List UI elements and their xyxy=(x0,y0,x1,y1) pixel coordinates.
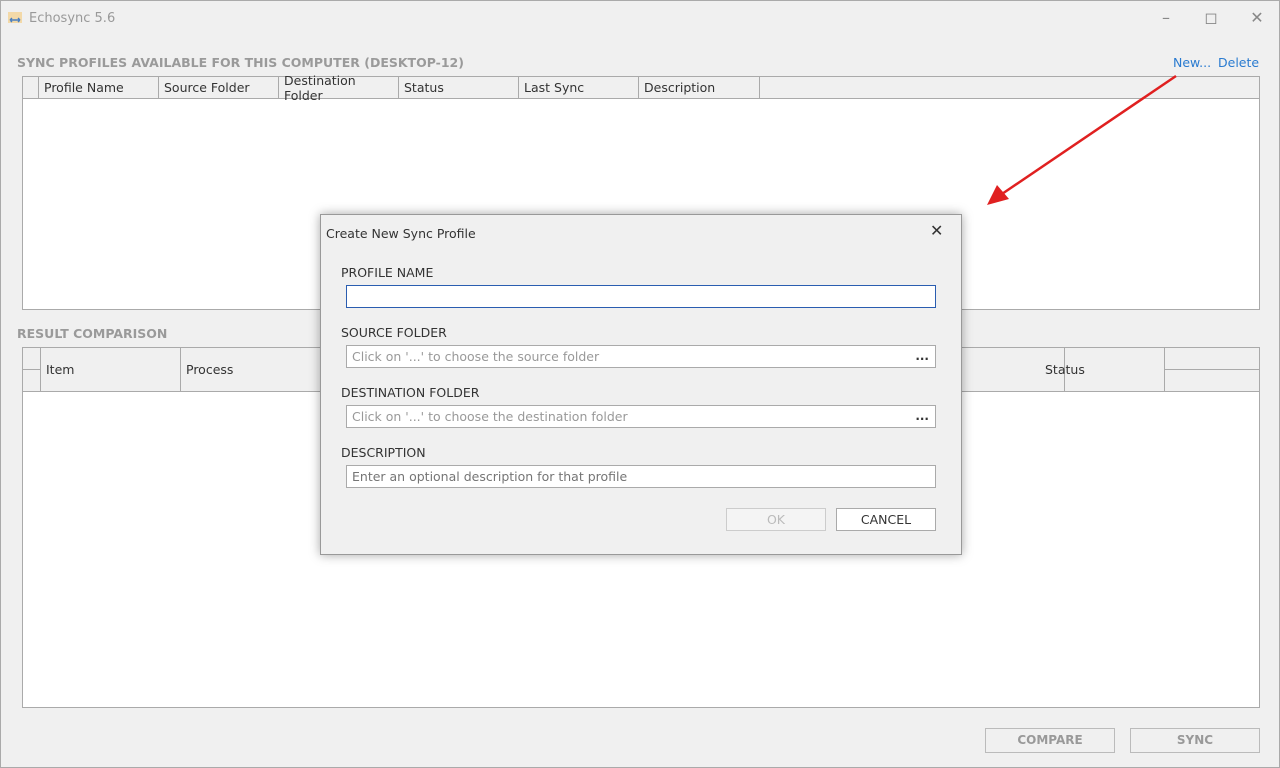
minimize-button[interactable]: – xyxy=(1151,7,1181,29)
column-header[interactable]: Item xyxy=(41,348,181,391)
browse-source-button[interactable]: ... xyxy=(915,346,929,367)
status-header-label: Status xyxy=(1045,362,1085,377)
delete-profile-link[interactable]: Delete xyxy=(1218,55,1259,70)
red-arrow-annotation xyxy=(987,74,1177,205)
description-label: DESCRIPTION xyxy=(341,445,426,460)
close-window-button[interactable]: ✕ xyxy=(1242,7,1272,29)
browse-destination-button[interactable]: ... xyxy=(915,406,929,427)
destination-placeholder: Click on '...' to choose the destination… xyxy=(352,409,628,424)
new-profile-link[interactable]: New... xyxy=(1173,55,1211,70)
destination-folder-label: DESTINATION FOLDER xyxy=(341,385,480,400)
destination-folder-input[interactable]: Click on '...' to choose the destination… xyxy=(346,405,936,428)
maximize-button[interactable]: ◻ xyxy=(1196,7,1226,29)
profile-name-label: PROFILE NAME xyxy=(341,265,434,280)
profile-name-input[interactable] xyxy=(346,285,936,308)
column-header[interactable]: Status xyxy=(1045,348,1165,391)
column-header[interactable]: Last Sync xyxy=(519,77,639,98)
column-header[interactable]: Description xyxy=(639,77,760,98)
source-folder-label: SOURCE FOLDER xyxy=(341,325,447,340)
create-profile-dialog: Create New Sync Profile ✕ PROFILE NAME S… xyxy=(320,214,962,555)
profiles-heading: SYNC PROFILES AVAILABLE FOR THIS COMPUTE… xyxy=(17,55,464,70)
column-header[interactable]: Destination Folder xyxy=(279,73,399,103)
window-title: Echosync 5.6 xyxy=(29,11,116,26)
sync-button[interactable]: SYNC xyxy=(1130,728,1260,753)
source-placeholder: Click on '...' to choose the source fold… xyxy=(352,349,600,364)
cancel-button[interactable]: CANCEL xyxy=(836,508,936,531)
row-selector-header xyxy=(23,77,39,98)
source-folder-input[interactable]: Click on '...' to choose the source fold… xyxy=(346,345,936,368)
dialog-close-icon[interactable]: ✕ xyxy=(930,221,943,240)
column-header[interactable]: Source Folder xyxy=(159,77,279,98)
column-header[interactable]: Status xyxy=(399,77,519,98)
app-icon xyxy=(8,12,22,23)
ok-button[interactable]: OK xyxy=(726,508,826,531)
dialog-title: Create New Sync Profile xyxy=(326,226,476,241)
results-heading: RESULT COMPARISON xyxy=(17,326,168,341)
description-input[interactable] xyxy=(346,465,936,488)
compare-button[interactable]: COMPARE xyxy=(985,728,1115,753)
column-header[interactable]: Profile Name xyxy=(39,77,159,98)
column-header xyxy=(1165,348,1259,391)
row-selector-header xyxy=(23,348,41,391)
